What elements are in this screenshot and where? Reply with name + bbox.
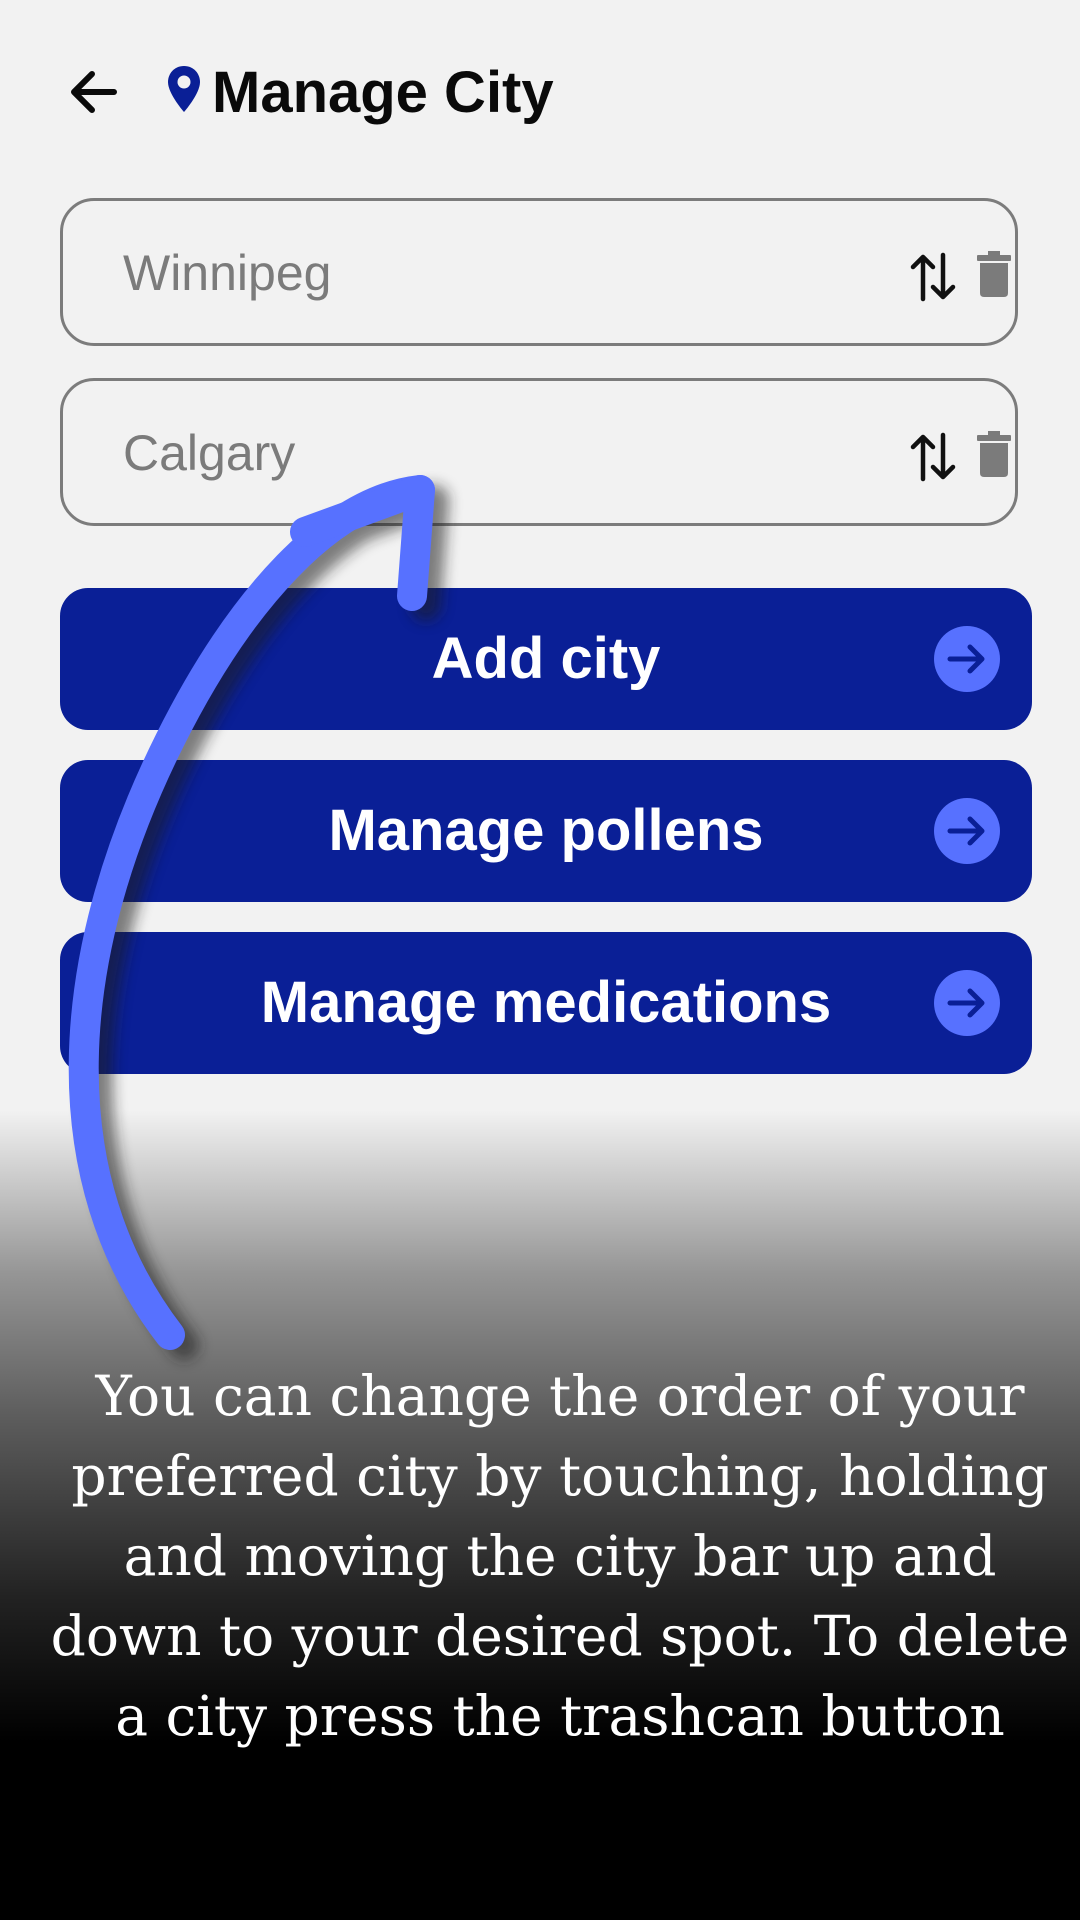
trash-icon[interactable] — [977, 251, 1011, 297]
app-bar: Manage City — [0, 0, 1080, 180]
manage-medications-label: Manage medications — [260, 970, 832, 1035]
location-pin-icon — [166, 64, 202, 114]
city-name: Calgary — [123, 425, 296, 481]
trash-icon[interactable] — [977, 431, 1011, 477]
swap-vertical-icon[interactable] — [909, 431, 957, 483]
add-city-label: Add city — [431, 626, 661, 691]
tutorial-instruction-text: You can change the order of your preferr… — [50, 1364, 1070, 1748]
add-city-button[interactable]: Add city — [60, 588, 1032, 730]
manage-pollens-button[interactable]: Manage pollens — [60, 760, 1032, 902]
manage-medications-button[interactable]: Manage medications — [60, 932, 1032, 1074]
back-arrow-icon[interactable] — [62, 60, 126, 124]
arrow-right-circle-icon — [934, 798, 1000, 864]
city-name: Winnipeg — [123, 245, 332, 301]
swap-vertical-icon[interactable] — [909, 251, 957, 303]
arrow-right-circle-icon — [934, 970, 1000, 1036]
city-bar-winnipeg[interactable]: Winnipeg — [60, 198, 1018, 346]
city-bar-calgary[interactable]: Calgary — [60, 378, 1018, 526]
page-title: Manage City — [212, 60, 554, 125]
manage-pollens-label: Manage pollens — [328, 798, 764, 863]
arrow-right-circle-icon — [934, 626, 1000, 692]
